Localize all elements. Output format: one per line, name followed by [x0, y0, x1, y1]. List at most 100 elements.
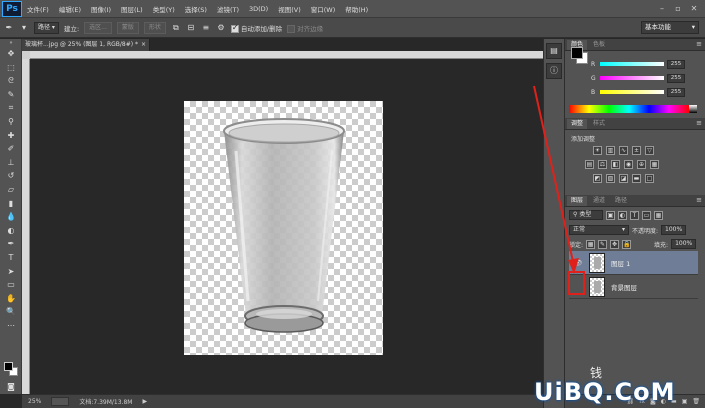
stamp-tool-icon[interactable]: ⊥: [0, 156, 22, 170]
foreground-color-swatch[interactable]: [4, 362, 13, 371]
slider-green[interactable]: G 255: [591, 73, 685, 83]
menu-view[interactable]: 视图(V): [273, 4, 306, 14]
menu-image[interactable]: 图像(I): [86, 4, 116, 14]
exposure-icon[interactable]: ±: [632, 146, 641, 155]
slider-green-value[interactable]: 255: [667, 73, 685, 83]
crop-tool-icon[interactable]: ⌗: [0, 101, 22, 115]
auto-add-checkbox[interactable]: [230, 23, 239, 33]
fill-input[interactable]: 100%: [671, 239, 697, 249]
path-operations-icon[interactable]: ⧉: [171, 23, 181, 33]
curves-icon[interactable]: ∿: [619, 146, 628, 155]
hand-tool-icon[interactable]: ✋: [0, 292, 22, 306]
dodge-tool-icon[interactable]: ◐: [0, 224, 22, 238]
opacity-input[interactable]: 100%: [661, 225, 687, 235]
panel-menu-icon[interactable]: ≡: [696, 40, 702, 48]
filter-smart-icon[interactable]: ▦: [654, 210, 663, 220]
workspace-select[interactable]: 基本功能 ▾: [641, 21, 699, 34]
selective-color-icon[interactable]: □: [645, 174, 654, 183]
menu-filter[interactable]: 滤镜(T): [212, 4, 244, 14]
menu-window[interactable]: 窗口(W): [306, 4, 341, 14]
slider-red[interactable]: R 255: [591, 59, 685, 69]
posterize-icon[interactable]: ▧: [606, 174, 615, 183]
menu-type[interactable]: 类型(Y): [148, 4, 180, 14]
lock-pixels-icon[interactable]: ✎: [598, 239, 608, 249]
lasso-tool-icon[interactable]: ᘓ: [0, 74, 22, 88]
threshold-icon[interactable]: ◪: [619, 174, 628, 183]
history-brush-tool-icon[interactable]: ↺: [0, 169, 22, 183]
levels-icon[interactable]: ▥: [606, 146, 615, 155]
layer-thumbnail[interactable]: [589, 252, 605, 273]
layer-row-background[interactable]: 背景图层: [569, 275, 698, 299]
layer-name[interactable]: 背景图层: [611, 282, 637, 292]
move-tool-icon[interactable]: ✥: [0, 47, 22, 61]
panel-menu-icon[interactable]: ≡: [696, 119, 702, 127]
properties-panel-icon[interactable]: ⓘ: [546, 63, 562, 79]
zoom-tool-icon[interactable]: 🔍: [0, 305, 22, 319]
invert-icon[interactable]: ◩: [593, 174, 602, 183]
menu-3d[interactable]: 3D(D): [244, 5, 273, 13]
collapse-icon[interactable]: »: [0, 39, 22, 47]
gradient-tool-icon[interactable]: ▮: [0, 197, 22, 211]
make-shape-button[interactable]: 形状: [143, 21, 166, 34]
make-mask-button[interactable]: 蒙版: [116, 21, 139, 34]
black-white-icon[interactable]: ◧: [611, 160, 620, 169]
tab-styles[interactable]: 样式: [589, 119, 609, 129]
photo-filter-icon[interactable]: ◉: [624, 160, 633, 169]
menu-edit[interactable]: 编辑(E): [54, 4, 86, 14]
align-edges-checkbox[interactable]: [287, 24, 296, 33]
slider-red-value[interactable]: 255: [667, 59, 685, 69]
menu-layer[interactable]: 图层(L): [116, 4, 148, 14]
tab-swatches[interactable]: 色板: [589, 40, 609, 50]
pen-tool-icon[interactable]: ✒: [0, 237, 22, 251]
healing-tool-icon[interactable]: ✚: [0, 129, 22, 143]
gradient-map-icon[interactable]: ▬: [632, 174, 641, 183]
channel-mixer-icon[interactable]: ⊕: [637, 160, 646, 169]
layer-name[interactable]: 图层 1: [611, 258, 630, 268]
more-tools-icon[interactable]: ⋯: [0, 319, 22, 333]
shape-tool-icon[interactable]: ▭: [0, 278, 22, 292]
tool-mode-select[interactable]: 路径 ▾: [34, 21, 59, 34]
filter-adjust-icon[interactable]: ◐: [618, 210, 627, 220]
color-panel-foreground[interactable]: [571, 47, 583, 59]
pen-tool-icon[interactable]: ✒: [4, 23, 14, 33]
panel-menu-icon[interactable]: ≡: [696, 196, 702, 204]
status-menu-arrow-icon[interactable]: ▶: [142, 398, 147, 405]
zoom-level[interactable]: 25%: [28, 398, 41, 405]
quick-mask-icon[interactable]: ◙: [0, 380, 22, 394]
filter-pixel-icon[interactable]: ▣: [606, 210, 615, 220]
minimize-icon[interactable]: –: [657, 4, 667, 13]
filter-type-icon[interactable]: T: [630, 210, 639, 220]
tab-channels[interactable]: 通道: [589, 196, 609, 206]
gear-icon[interactable]: ⚙: [216, 23, 226, 33]
tool-preset-chevron-icon[interactable]: ▾: [19, 23, 29, 33]
filter-shape-icon[interactable]: ▭: [642, 210, 651, 220]
auto-add-delete-option[interactable]: 自动添加/删除: [230, 23, 282, 33]
slider-blue[interactable]: B 255: [591, 87, 685, 97]
lock-all-icon[interactable]: 🔒: [622, 239, 632, 249]
ruler-horizontal[interactable]: [30, 51, 543, 59]
path-arrangement-icon[interactable]: ≡: [201, 23, 211, 33]
menu-help[interactable]: 帮助(H): [340, 4, 373, 14]
align-edges-option[interactable]: 对齐边缘: [287, 23, 323, 33]
slider-green-track[interactable]: [600, 76, 664, 80]
history-panel-icon[interactable]: ▤: [546, 43, 562, 59]
close-icon[interactable]: ✕: [689, 4, 699, 13]
color-lookup-icon[interactable]: ▦: [650, 160, 659, 169]
slider-red-track[interactable]: [600, 62, 664, 66]
brightness-icon[interactable]: ☀: [593, 146, 602, 155]
vibrance-icon[interactable]: ▽: [645, 146, 654, 155]
tab-paths[interactable]: 路径: [611, 196, 631, 206]
image-canvas[interactable]: [184, 101, 383, 355]
type-tool-icon[interactable]: T: [0, 251, 22, 265]
restore-icon[interactable]: ▫: [673, 4, 683, 13]
color-balance-icon[interactable]: ⚖: [598, 160, 607, 169]
quick-select-tool-icon[interactable]: ✎: [0, 88, 22, 102]
eyedropper-tool-icon[interactable]: ⚲: [0, 115, 22, 129]
menu-select[interactable]: 选择(S): [180, 4, 212, 14]
make-selection-button[interactable]: 选区...: [84, 21, 112, 34]
path-select-tool-icon[interactable]: ➤: [0, 265, 22, 279]
lock-position-icon[interactable]: ✥: [610, 239, 620, 249]
menu-file[interactable]: 文件(F): [22, 4, 54, 14]
marquee-tool-icon[interactable]: ⬚: [0, 61, 22, 75]
color-spectrum-bw[interactable]: [689, 105, 697, 113]
